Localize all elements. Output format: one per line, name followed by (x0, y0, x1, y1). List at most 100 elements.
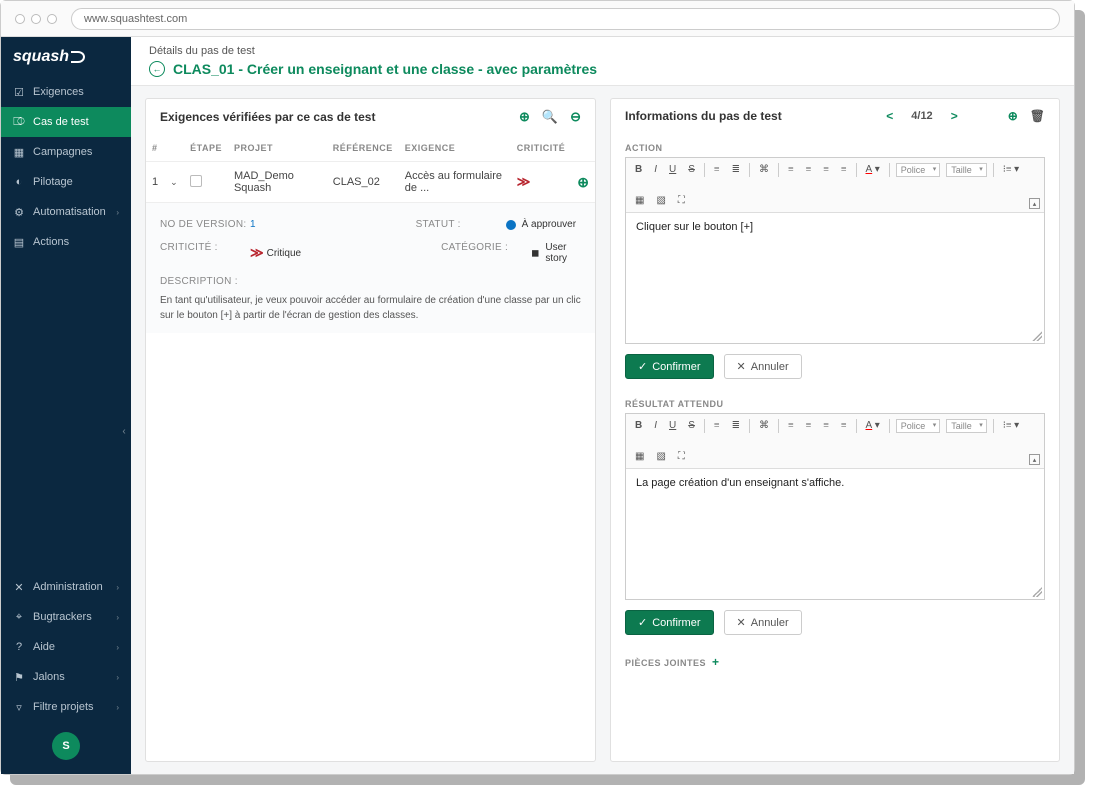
sidebar-item-bugtrackers[interactable]: ⌖Bugtrackers› (1, 602, 131, 632)
align-justify-button[interactable]: ≡ (838, 418, 850, 433)
align-right-button[interactable]: ≡ (820, 418, 832, 433)
numlist-button[interactable]: ≡ (711, 162, 723, 177)
underline-button[interactable]: U (666, 418, 679, 433)
window-dot[interactable] (47, 14, 57, 24)
resize-handle[interactable] (1032, 331, 1042, 341)
textcolor-button[interactable]: A ▾ (863, 162, 883, 177)
chevron-right-icon: › (116, 643, 119, 652)
description-text: En tant qu'utilisateur, je veux pouvoir … (160, 293, 581, 323)
testcase-icon: ⎄ (13, 116, 25, 128)
criticality-icon: ≫ (517, 174, 528, 189)
sidebar-collapse-button[interactable]: ‹ (116, 417, 132, 445)
italic-button[interactable]: I (651, 162, 660, 177)
toolbar-collapse-button[interactable]: ▴ (1029, 454, 1040, 465)
table-button[interactable]: ▦ (632, 193, 647, 208)
status-label: STATUT : (416, 219, 506, 230)
add-attachment-button[interactable]: + (712, 655, 720, 669)
checkbox[interactable] (190, 175, 202, 187)
search-button[interactable]: 🔍 (542, 109, 558, 125)
image-button[interactable]: ▧ (653, 449, 668, 464)
page-title: ←CLAS_01 - Créer un enseignant et une cl… (149, 61, 1056, 77)
prev-step-button[interactable]: < (886, 109, 893, 123)
toolbar-collapse-button[interactable]: ▴ (1029, 198, 1040, 209)
sidebar-item-actions[interactable]: ▤Actions (1, 227, 131, 257)
bullist-button[interactable]: ≣ (729, 418, 743, 433)
next-step-button[interactable]: > (951, 109, 958, 123)
description-label: DESCRIPTION : (160, 276, 250, 287)
strike-button[interactable]: S (685, 418, 698, 433)
back-button[interactable]: ← (149, 61, 165, 77)
url-bar[interactable]: www.squashtest.com (71, 8, 1060, 30)
bold-button[interactable]: B (632, 418, 645, 433)
window-dot[interactable] (31, 14, 41, 24)
cancel-action-button[interactable]: ✕ Annuler (724, 354, 802, 379)
confirm-action-button[interactable]: ✓ Confirmer (625, 354, 714, 379)
action-textarea[interactable]: Cliquer sur le bouton [+] (626, 213, 1044, 343)
chevron-right-icon: › (116, 208, 119, 217)
sidebar-item-exigences[interactable]: ☑Exigences (1, 77, 131, 107)
panel-title: Informations du pas de test (625, 109, 782, 123)
row-add-button[interactable]: ⊕ (577, 174, 589, 190)
version-label: NO DE VERSION: (160, 219, 250, 230)
step-info-panel: Informations du pas de test < 4/12 > ⊕ 🗑… (610, 98, 1060, 762)
bullist-button[interactable]: ≣ (729, 162, 743, 177)
fullscreen-button[interactable]: ⛶ (675, 449, 688, 464)
sidebar-item-campagnes[interactable]: ▦Campagnes (1, 137, 131, 167)
align-right-button[interactable]: ≡ (820, 162, 832, 177)
align-left-button[interactable]: ≡ (785, 418, 797, 433)
font-select[interactable]: Police (896, 419, 941, 433)
delete-step-button[interactable]: 🗑 (1030, 109, 1045, 123)
more-button[interactable]: ⁝≡ ▾ (1000, 418, 1022, 433)
table-button[interactable]: ▦ (632, 449, 647, 464)
list-icon: ▤ (13, 236, 25, 248)
cancel-result-button[interactable]: ✕ Annuler (724, 610, 802, 635)
expand-toggle[interactable]: ⌄ (170, 177, 178, 188)
col-req: EXIGENCE (399, 135, 511, 162)
sidebar-item-filtre-projets[interactable]: ▿Filtre projets› (1, 692, 131, 722)
filter-icon: ▿ (13, 701, 25, 713)
fullscreen-button[interactable]: ⛶ (675, 193, 688, 208)
remove-button[interactable]: ⊖ (570, 109, 581, 125)
align-left-button[interactable]: ≡ (785, 162, 797, 177)
status-dot-icon (506, 220, 516, 230)
numlist-button[interactable]: ≡ (711, 418, 723, 433)
editor-toolbar: BIUS ≡ ≣ ⌘ ≡ ≡ ≡ ≡ A ▾ Police Taille ⁝≡ ▾ ▦ ▧… (626, 414, 1044, 469)
image-button[interactable]: ▧ (653, 193, 668, 208)
link-button[interactable]: ⌘ (756, 162, 772, 177)
user-avatar[interactable]: S (52, 732, 80, 760)
more-button[interactable]: ⁝≡ ▾ (1000, 162, 1022, 177)
confirm-result-button[interactable]: ✓ Confirmer (625, 610, 714, 635)
criticality-value: ≫Critique (250, 242, 301, 264)
italic-button[interactable]: I (651, 418, 660, 433)
result-label: RÉSULTAT ATTENDU (611, 389, 1059, 413)
size-select[interactable]: Taille (946, 419, 987, 433)
align-center-button[interactable]: ≡ (803, 418, 815, 433)
align-justify-button[interactable]: ≡ (838, 162, 850, 177)
chevron-right-icon: › (116, 613, 119, 622)
sidebar-item-jalons[interactable]: ⚑Jalons› (1, 662, 131, 692)
add-step-button[interactable]: ⊕ (1008, 109, 1018, 123)
window-dot[interactable] (15, 14, 25, 24)
category-label: CATÉGORIE : (441, 242, 531, 264)
sidebar-item-administration[interactable]: ✕Administration› (1, 572, 131, 602)
sidebar-item-automatisation[interactable]: ⚙Automatisation› (1, 197, 131, 227)
sidebar-item-cas-de-test[interactable]: ⎄Cas de test (1, 107, 131, 137)
font-select[interactable]: Police (896, 163, 941, 177)
sidebar-item-pilotage[interactable]: ◐Pilotage (1, 167, 131, 197)
result-textarea[interactable]: La page création d'un enseignant s'affic… (626, 469, 1044, 599)
size-select[interactable]: Taille (946, 163, 987, 177)
chevron-right-icon: › (116, 583, 119, 592)
resize-handle[interactable] (1032, 587, 1042, 597)
check-icon: ☑ (13, 86, 25, 98)
add-button[interactable]: ⊕ (519, 109, 530, 125)
requirements-panel: Exigences vérifiées par ce cas de test ⊕… (145, 98, 596, 762)
textcolor-button[interactable]: A ▾ (863, 418, 883, 433)
strike-button[interactable]: S (685, 162, 698, 177)
link-button[interactable]: ⌘ (756, 418, 772, 433)
align-center-button[interactable]: ≡ (803, 162, 815, 177)
bold-button[interactable]: B (632, 162, 645, 177)
panel-title: Exigences vérifiées par ce cas de test (160, 110, 375, 124)
table-row[interactable]: 1 ⌄ MAD_Demo Squash CLAS_02 Accès au for… (146, 162, 595, 203)
underline-button[interactable]: U (666, 162, 679, 177)
sidebar-item-aide[interactable]: ?Aide› (1, 632, 131, 662)
